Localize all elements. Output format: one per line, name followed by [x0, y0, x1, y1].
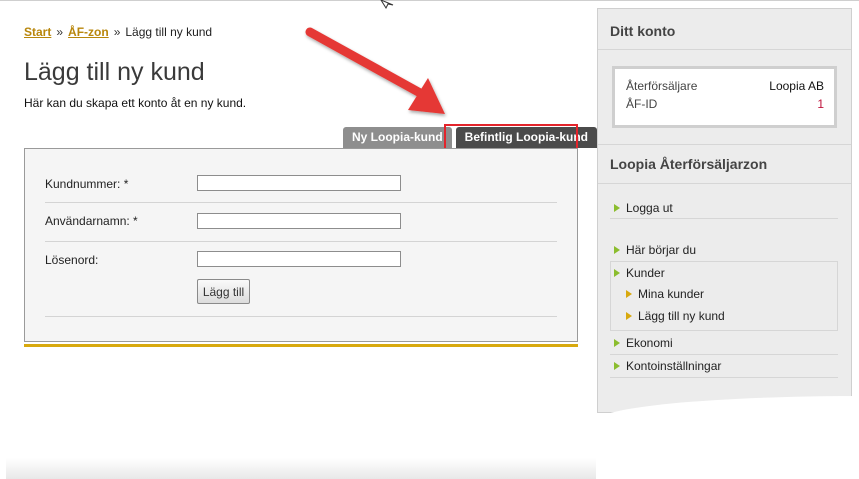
- nav-customers-label: Kunder: [626, 266, 665, 280]
- nav-logout[interactable]: Logga ut: [614, 201, 673, 215]
- nav-logout-label: Logga ut: [626, 201, 673, 215]
- breadcrumb-separator: »: [113, 25, 121, 39]
- form-row-username: Användarnamn: *: [45, 202, 557, 242]
- triangle-bullet-icon: [626, 312, 632, 320]
- username-label: Användarnamn: *: [45, 214, 138, 228]
- sidebar-bottom-curve: [597, 396, 859, 479]
- nav-add-customer[interactable]: Lägg till ny kund: [626, 309, 725, 323]
- nav-my-customers[interactable]: Mina kunder: [626, 287, 704, 301]
- nav-start-here-label: Här börjar du: [626, 243, 697, 257]
- reseller-zone-heading: Loopia Återförsäljarzon: [610, 156, 768, 172]
- nav-divider: [610, 218, 838, 219]
- form-row-password: Lösenord: Lägg till: [45, 241, 557, 317]
- sidebar: Ditt konto Återförsäljare Loopia AB ÅF-I…: [597, 8, 852, 413]
- customer-number-input[interactable]: [197, 175, 401, 191]
- username-input[interactable]: [197, 213, 401, 229]
- reseller-value: Loopia AB: [769, 79, 824, 93]
- triangle-bullet-icon: [614, 362, 620, 370]
- nav-account-settings[interactable]: Kontoinställningar: [614, 359, 721, 373]
- sidebar-divider: [598, 49, 851, 50]
- form-row-customer-number: Kundnummer: *: [45, 161, 557, 203]
- nav-divider: [610, 354, 838, 355]
- nav-add-customer-label: Lägg till ny kund: [638, 309, 725, 323]
- page-title: Lägg till ny kund: [24, 58, 205, 86]
- account-heading: Ditt konto: [610, 23, 676, 39]
- triangle-bullet-icon: [614, 269, 620, 277]
- sidebar-divider: [598, 183, 851, 184]
- add-customer-button[interactable]: Lägg till: [197, 279, 250, 304]
- af-id-value: 1: [817, 97, 824, 111]
- tab-highlight-box: [444, 124, 578, 151]
- password-input[interactable]: [197, 251, 401, 267]
- triangle-bullet-icon: [614, 246, 620, 254]
- nav-start-here[interactable]: Här börjar du: [614, 243, 696, 257]
- nav-economy-label: Ekonomi: [626, 336, 673, 350]
- red-arrow-icon: [305, 27, 445, 114]
- nav-account-settings-label: Kontoinställningar: [626, 359, 722, 373]
- password-label: Lösenord:: [45, 253, 99, 267]
- sidebar-divider: [598, 144, 851, 145]
- triangle-bullet-icon: [626, 290, 632, 298]
- reseller-label: Återförsäljare: [626, 79, 698, 93]
- breadcrumb-current: Lägg till ny kund: [125, 25, 213, 39]
- nav-customers[interactable]: Kunder: [614, 266, 665, 280]
- breadcrumb-af-zone-link[interactable]: ÅF-zon: [68, 25, 109, 39]
- mouse-cursor-icon: [380, 0, 394, 10]
- add-customer-form: Kundnummer: * Användarnamn: * Lösenord: …: [24, 148, 578, 342]
- af-id-label: ÅF-ID: [626, 97, 658, 111]
- customer-number-label: Kundnummer: *: [45, 177, 129, 191]
- nav-economy[interactable]: Ekonomi: [614, 336, 673, 350]
- nav-divider: [610, 377, 838, 378]
- triangle-bullet-icon: [614, 204, 620, 212]
- account-info-box: Återförsäljare Loopia AB ÅF-ID 1: [612, 66, 837, 128]
- breadcrumb-start-link[interactable]: Start: [24, 25, 51, 39]
- triangle-bullet-icon: [614, 339, 620, 347]
- breadcrumb-separator: »: [56, 25, 64, 39]
- nav-my-customers-label: Mina kunder: [638, 287, 705, 301]
- form-bottom-accent: [24, 344, 578, 347]
- page-intro: Här kan du skapa ett konto åt en ny kund…: [24, 96, 247, 110]
- page-bottom-shadow: [6, 458, 596, 479]
- breadcrumb: Start » ÅF-zon » Lägg till ny kund: [24, 25, 212, 39]
- top-border: [0, 0, 859, 1]
